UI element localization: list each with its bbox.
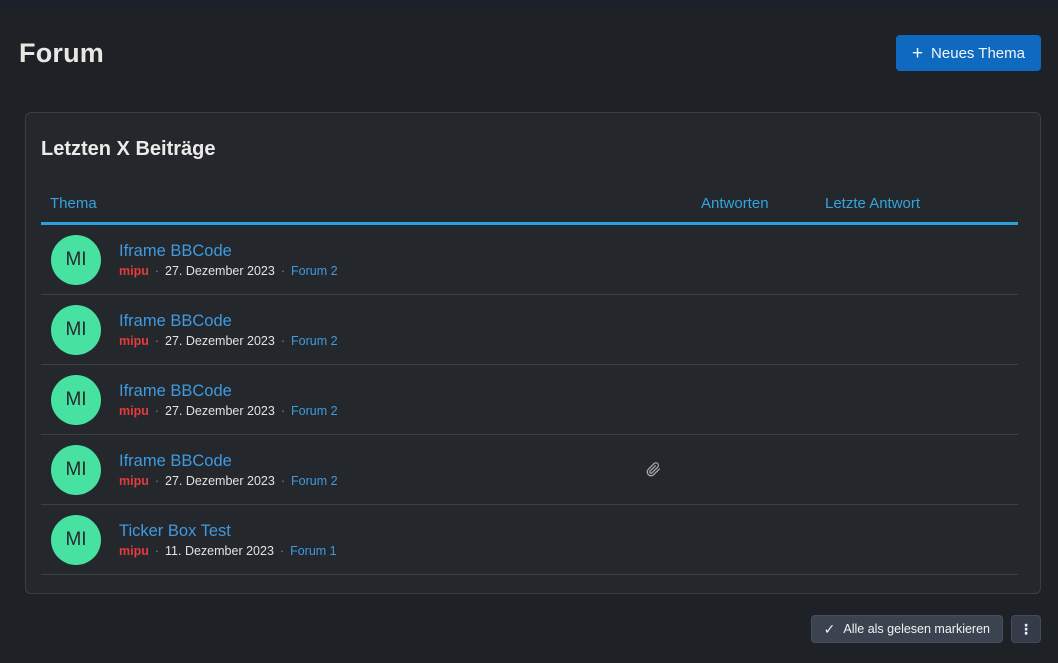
topic-cell: MI Iframe BBCode mipu · 27. Dezember 202… — [41, 305, 701, 355]
topic-title-link[interactable]: Iframe BBCode — [119, 381, 338, 401]
topic-cell: MI Ticker Box Test mipu · 11. Dezember 2… — [41, 515, 701, 565]
topic-date: 27. Dezember 2023 — [165, 334, 275, 349]
topic-meta: mipu · 27. Dezember 2023 · Forum 2 — [119, 404, 338, 419]
latest-posts-card: Letzten X Beiträge Thema Antworten Letzt… — [25, 112, 1041, 594]
topic-date: 27. Dezember 2023 — [165, 474, 275, 489]
meta-separator: · — [281, 264, 285, 279]
table-row: MI Iframe BBCode mipu · 27. Dezember 202… — [41, 435, 1018, 505]
avatar[interactable]: MI — [51, 305, 101, 355]
meta-separator: · — [155, 544, 159, 559]
meta-separator: · — [281, 404, 285, 419]
topic-author-link[interactable]: mipu — [119, 544, 149, 559]
topic-forum-link[interactable]: Forum 2 — [291, 264, 338, 279]
checkmark-icon: ✓ — [824, 622, 836, 636]
topic-date: 27. Dezember 2023 — [165, 404, 275, 419]
topic-author-link[interactable]: mipu — [119, 334, 149, 349]
topic-cell: MI Iframe BBCode mipu · 27. Dezember 202… — [41, 445, 701, 495]
column-header-antworten[interactable]: Antworten — [701, 194, 825, 213]
mark-all-read-label: Alle als gelesen markieren — [843, 622, 990, 636]
meta-separator: · — [280, 544, 284, 559]
topic-title-link[interactable]: Iframe BBCode — [119, 451, 338, 471]
topic-meta: mipu · 27. Dezember 2023 · Forum 2 — [119, 334, 338, 349]
card-title: Letzten X Beiträge — [41, 135, 1018, 163]
topic-forum-link[interactable]: Forum 2 — [291, 404, 338, 419]
column-header-letzte-antwort[interactable]: Letzte Antwort — [825, 194, 1018, 213]
avatar-initials: MI — [65, 529, 86, 551]
avatar-initials: MI — [65, 459, 86, 481]
paperclip-icon — [646, 462, 661, 477]
avatar[interactable]: MI — [51, 375, 101, 425]
topic-author-link[interactable]: mipu — [119, 474, 149, 489]
table-header-row: Thema Antworten Letzte Antwort — [41, 194, 1018, 225]
topic-date: 27. Dezember 2023 — [165, 264, 275, 279]
table-row: MI Iframe BBCode mipu · 27. Dezember 202… — [41, 295, 1018, 365]
topic-info: Iframe BBCode mipu · 27. Dezember 2023 ·… — [119, 451, 338, 489]
topic-author-link[interactable]: mipu — [119, 264, 149, 279]
new-topic-button[interactable]: + Neues Thema — [896, 35, 1041, 71]
topic-title-link[interactable]: Iframe BBCode — [119, 311, 338, 331]
table-row: MI Iframe BBCode mipu · 27. Dezember 202… — [41, 365, 1018, 435]
more-options-button[interactable]: ⋮ — [1011, 615, 1041, 643]
avatar-initials: MI — [65, 249, 86, 271]
topic-info: Iframe BBCode mipu · 27. Dezember 2023 ·… — [119, 381, 338, 419]
topic-meta: mipu · 27. Dezember 2023 · Forum 2 — [119, 474, 338, 489]
avatar[interactable]: MI — [51, 515, 101, 565]
meta-separator: · — [281, 474, 285, 489]
meta-separator: · — [281, 334, 285, 349]
page-title: Forum — [19, 38, 104, 69]
meta-separator: · — [155, 264, 159, 279]
topic-meta: mipu · 27. Dezember 2023 · Forum 2 — [119, 264, 338, 279]
meta-separator: · — [155, 334, 159, 349]
topic-title-link[interactable]: Iframe BBCode — [119, 241, 338, 261]
topic-author-link[interactable]: mipu — [119, 404, 149, 419]
topic-info: Iframe BBCode mipu · 27. Dezember 2023 ·… — [119, 241, 338, 279]
topic-forum-link[interactable]: Forum 2 — [291, 474, 338, 489]
page-header: Forum + Neues Thema — [0, 8, 1058, 71]
topic-forum-link[interactable]: Forum 1 — [290, 544, 337, 559]
topic-info: Iframe BBCode mipu · 27. Dezember 2023 ·… — [119, 311, 338, 349]
top-strip — [0, 0, 1058, 8]
avatar-initials: MI — [65, 319, 86, 341]
table-row: MI Iframe BBCode mipu · 27. Dezember 202… — [41, 225, 1018, 295]
topic-cell: MI Iframe BBCode mipu · 27. Dezember 202… — [41, 375, 701, 425]
meta-separator: · — [155, 474, 159, 489]
topic-cell: MI Iframe BBCode mipu · 27. Dezember 202… — [41, 235, 701, 285]
topic-title-link[interactable]: Ticker Box Test — [119, 521, 337, 541]
page-footer: ✓ Alle als gelesen markieren ⋮ — [0, 615, 1041, 643]
topic-meta: mipu · 11. Dezember 2023 · Forum 1 — [119, 544, 337, 559]
meta-separator: · — [155, 404, 159, 419]
new-topic-button-label: Neues Thema — [931, 45, 1025, 62]
avatar-initials: MI — [65, 389, 86, 411]
column-header-thema[interactable]: Thema — [41, 194, 701, 213]
mark-all-read-button[interactable]: ✓ Alle als gelesen markieren — [811, 615, 1003, 643]
plus-icon: + — [912, 44, 923, 63]
topic-forum-link[interactable]: Forum 2 — [291, 334, 338, 349]
topic-info: Ticker Box Test mipu · 11. Dezember 2023… — [119, 521, 337, 559]
table-row: MI Ticker Box Test mipu · 11. Dezember 2… — [41, 505, 1018, 575]
avatar[interactable]: MI — [51, 445, 101, 495]
avatar[interactable]: MI — [51, 235, 101, 285]
vertical-ellipsis-icon: ⋮ — [1019, 621, 1033, 638]
topic-date: 11. Dezember 2023 — [165, 544, 274, 559]
